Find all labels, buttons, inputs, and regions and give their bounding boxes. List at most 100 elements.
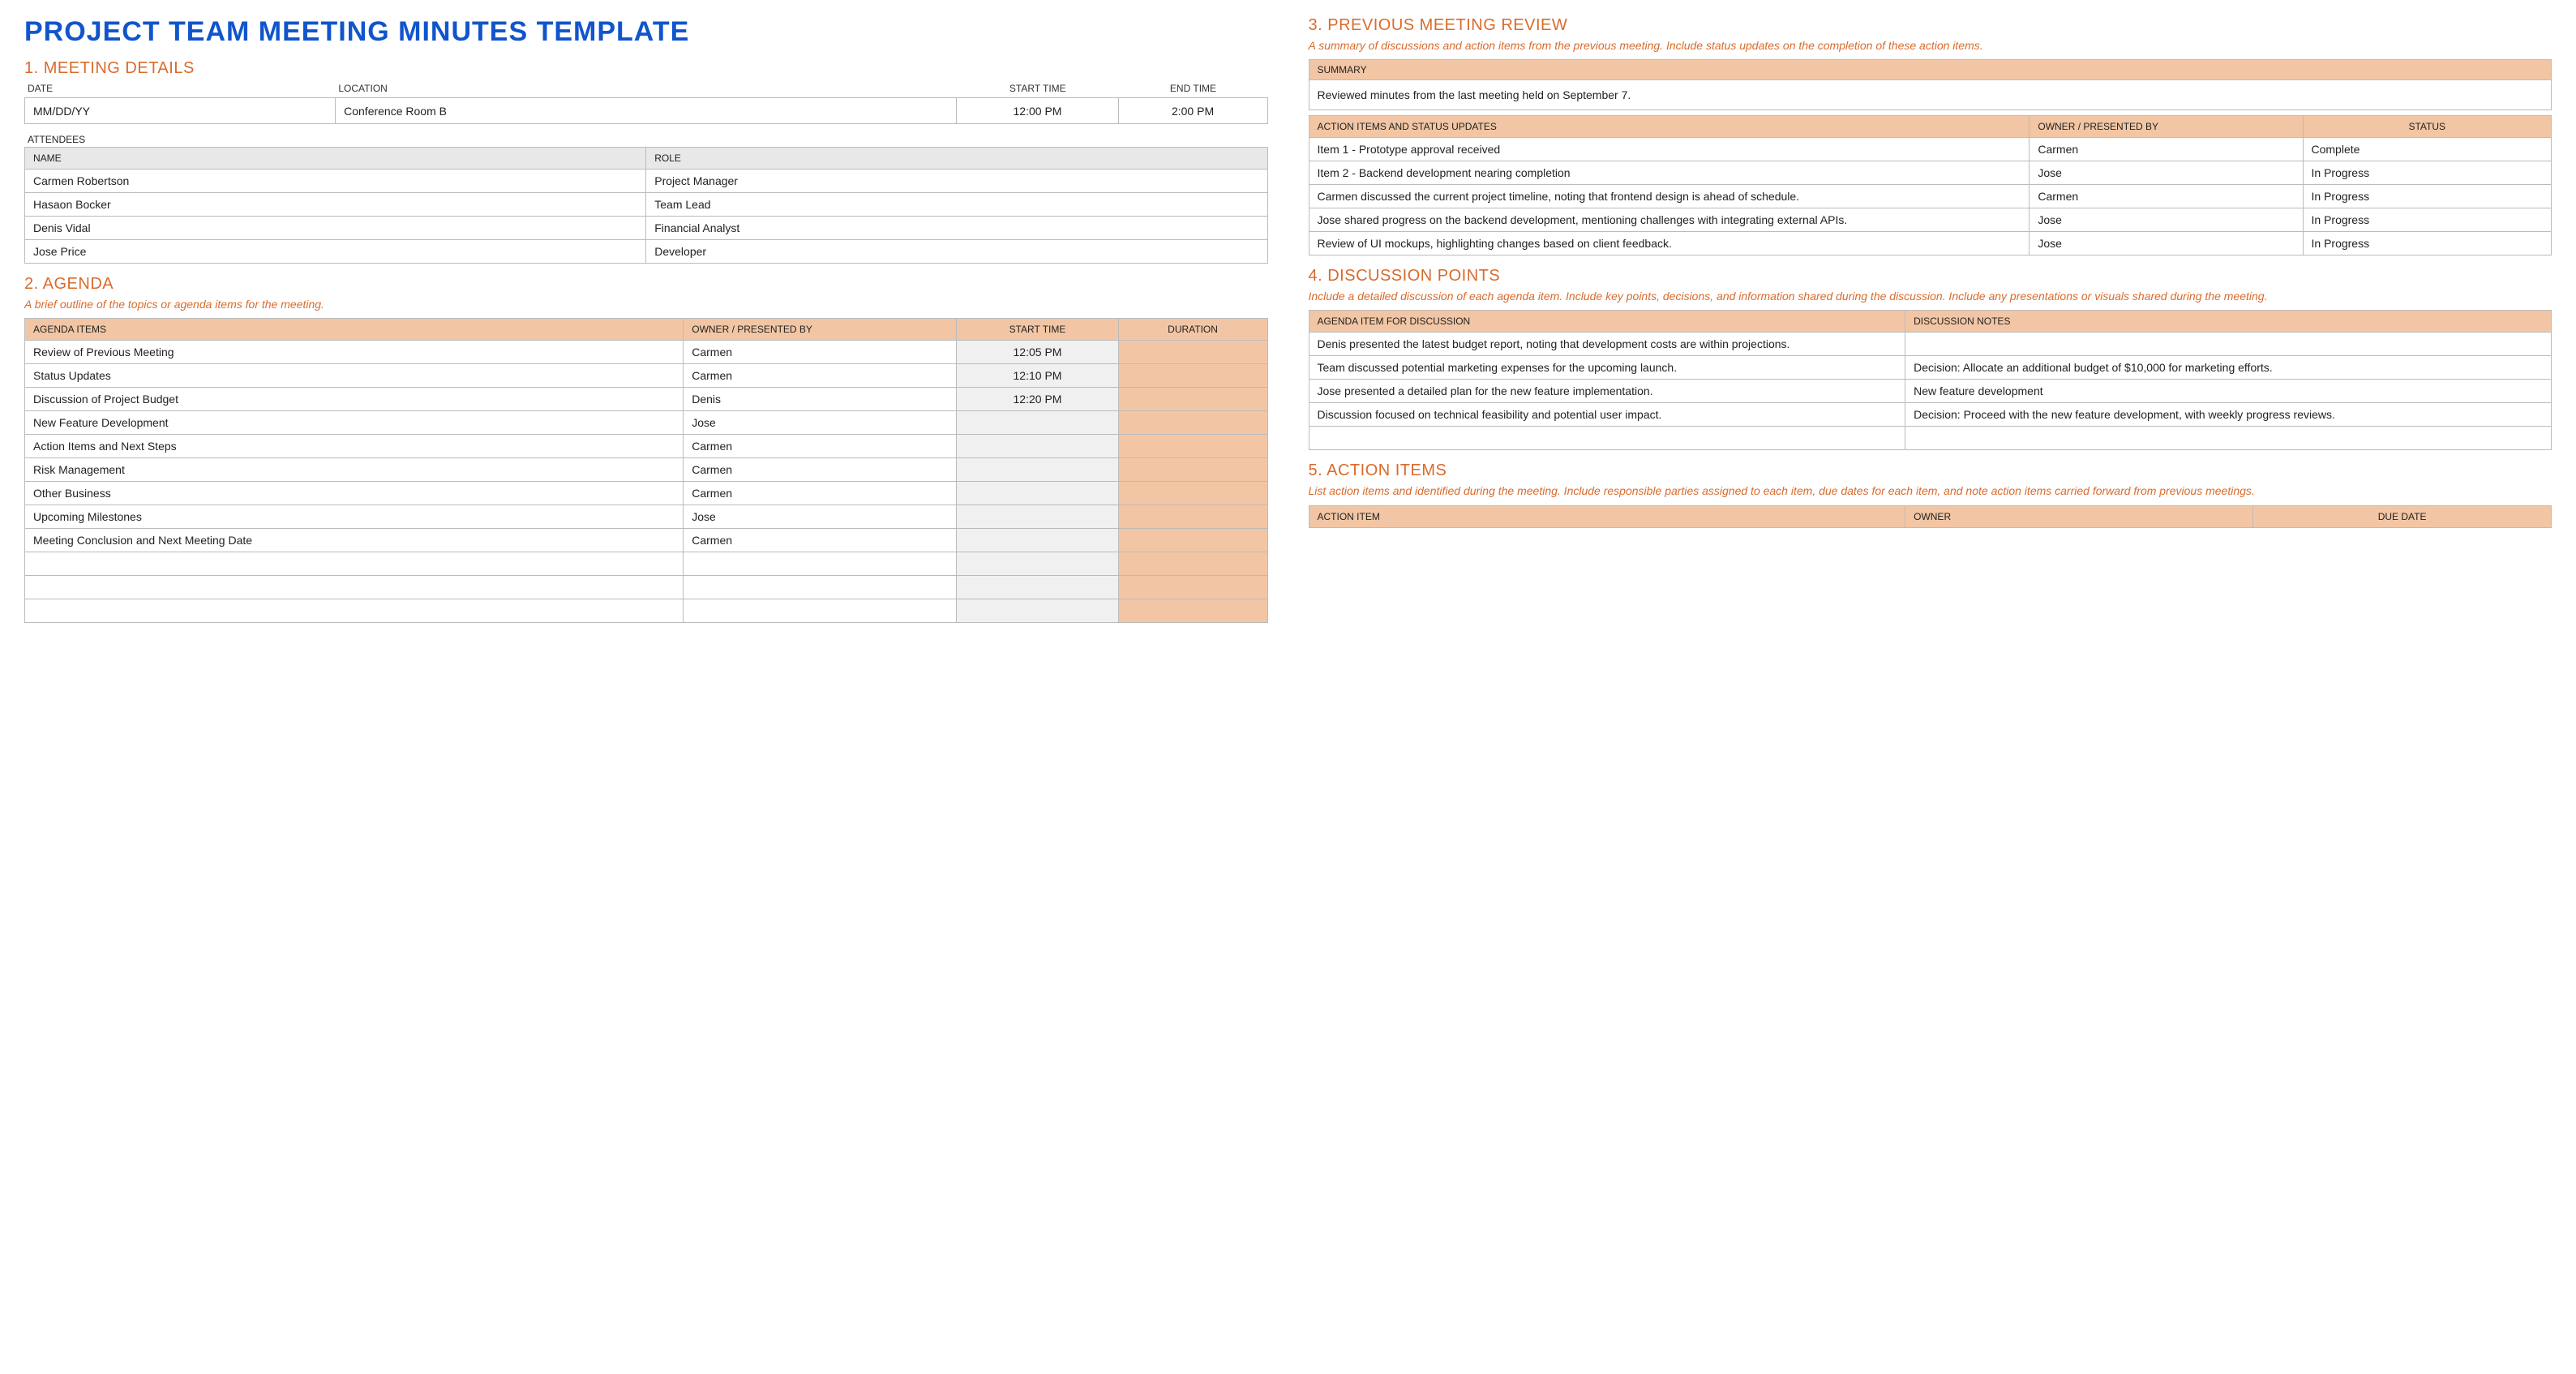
table-cell[interactable]: Developer [646,240,1267,264]
value-date[interactable]: MM/DD/YY [25,98,336,124]
label-date: DATE [24,81,335,96]
table-cell[interactable] [957,552,1118,576]
table-cell[interactable]: Review of Previous Meeting [25,341,684,364]
label-end: END TIME [1118,81,1267,96]
table-cell[interactable]: Jose [2030,161,2303,185]
table-cell[interactable] [25,552,684,576]
table-cell[interactable] [957,482,1118,505]
table-cell[interactable] [25,599,684,623]
table-cell[interactable]: Risk Management [25,458,684,482]
table-cell[interactable]: Hasaon Bocker [25,193,646,217]
table-cell[interactable]: Other Business [25,482,684,505]
table-cell[interactable]: In Progress [2303,232,2552,255]
details-labels: DATE LOCATION START TIME END TIME [24,81,1268,96]
table-cell[interactable] [25,576,684,599]
table-cell[interactable]: Carmen Robertson [25,170,646,193]
table-cell[interactable]: Upcoming Milestones [25,505,684,529]
table-cell[interactable] [1118,505,1267,529]
table-cell[interactable] [957,458,1118,482]
table-cell[interactable]: Jose [2030,208,2303,232]
table-cell[interactable]: Denis presented the latest budget report… [1309,333,1905,356]
table-cell[interactable] [1118,458,1267,482]
table-cell[interactable]: Review of UI mockups, highlighting chang… [1309,232,2030,255]
table-cell[interactable]: Project Manager [646,170,1267,193]
table-cell[interactable] [684,576,957,599]
table-cell[interactable] [1118,341,1267,364]
table-cell[interactable] [1118,576,1267,599]
summary-text[interactable]: Reviewed minutes from the last meeting h… [1309,80,2552,110]
table-cell[interactable] [957,505,1118,529]
table-cell[interactable]: Team discussed potential marketing expen… [1309,356,1905,380]
table-cell[interactable] [1118,435,1267,458]
disc-hdr-item: AGENDA ITEM FOR DISCUSSION [1309,311,1905,333]
table-cell[interactable] [1905,333,2552,356]
table-cell[interactable] [684,552,957,576]
value-location[interactable]: Conference Room B [336,98,957,124]
table-row: Review of UI mockups, highlighting chang… [1309,232,2552,255]
table-cell[interactable] [1905,427,2552,450]
table-cell[interactable]: Carmen [684,341,957,364]
discussion-table: AGENDA ITEM FOR DISCUSSION DISCUSSION NO… [1309,310,2552,450]
table-cell[interactable]: Item 1 - Prototype approval received [1309,138,2030,161]
table-cell[interactable]: Carmen [684,364,957,388]
table-row: Jose PriceDeveloper [25,240,1268,264]
table-cell[interactable] [1118,482,1267,505]
table-row [1309,427,2552,450]
table-cell[interactable] [1118,364,1267,388]
table-cell[interactable]: Discussion of Project Budget [25,388,684,411]
table-cell[interactable]: Denis [684,388,957,411]
table-cell[interactable]: Jose presented a detailed plan for the n… [1309,380,1905,403]
section-2-desc: A brief outline of the topics or agenda … [24,297,1268,311]
table-cell[interactable] [957,411,1118,435]
table-cell[interactable]: Action Items and Next Steps [25,435,684,458]
attendees-label: ATTENDEES [24,132,1268,147]
table-cell[interactable]: In Progress [2303,185,2552,208]
table-cell[interactable]: Carmen [684,458,957,482]
table-cell[interactable] [684,599,957,623]
table-cell[interactable]: Discussion focused on technical feasibil… [1309,403,1905,427]
table-cell[interactable] [957,435,1118,458]
table-cell[interactable] [1309,427,1905,450]
table-cell[interactable]: Carmen [2030,138,2303,161]
table-cell[interactable]: Decision: Allocate an additional budget … [1905,356,2552,380]
table-cell[interactable]: Jose [684,505,957,529]
table-cell[interactable]: Status Updates [25,364,684,388]
table-cell[interactable] [957,599,1118,623]
table-cell[interactable]: New Feature Development [25,411,684,435]
table-cell[interactable] [1118,388,1267,411]
table-cell[interactable]: 12:20 PM [957,388,1118,411]
table-cell[interactable]: Item 2 - Backend development nearing com… [1309,161,2030,185]
table-cell[interactable]: Jose [2030,232,2303,255]
table-cell[interactable]: In Progress [2303,208,2552,232]
table-cell[interactable] [1118,552,1267,576]
table-cell[interactable]: Decision: Proceed with the new feature d… [1905,403,2552,427]
table-cell[interactable] [1118,529,1267,552]
table-cell[interactable] [1118,599,1267,623]
table-row: Jose shared progress on the backend deve… [1309,208,2552,232]
value-start[interactable]: 12:00 PM [957,98,1118,124]
agenda-hdr-owner: OWNER / PRESENTED BY [684,319,957,341]
table-cell[interactable]: Carmen [684,435,957,458]
table-cell[interactable]: Jose [684,411,957,435]
table-cell[interactable]: In Progress [2303,161,2552,185]
table-cell[interactable]: New feature development [1905,380,2552,403]
table-cell[interactable]: Jose shared progress on the backend deve… [1309,208,2030,232]
table-cell[interactable]: 12:05 PM [957,341,1118,364]
table-cell[interactable]: Financial Analyst [646,217,1267,240]
table-cell[interactable] [957,529,1118,552]
action-hdr-due: DUE DATE [2253,505,2552,527]
table-cell[interactable]: Complete [2303,138,2552,161]
table-cell[interactable]: Carmen [684,529,957,552]
table-cell[interactable]: Carmen [2030,185,2303,208]
table-cell[interactable]: Carmen [684,482,957,505]
table-cell[interactable]: Denis Vidal [25,217,646,240]
table-cell[interactable] [957,576,1118,599]
table-cell[interactable]: Carmen discussed the current project tim… [1309,185,2030,208]
table-cell[interactable]: Meeting Conclusion and Next Meeting Date [25,529,684,552]
table-cell[interactable] [1118,411,1267,435]
table-cell[interactable]: Team Lead [646,193,1267,217]
table-cell[interactable]: 12:10 PM [957,364,1118,388]
table-cell[interactable]: Jose Price [25,240,646,264]
value-end[interactable]: 2:00 PM [1118,98,1267,124]
table-row: Team discussed potential marketing expen… [1309,356,2552,380]
